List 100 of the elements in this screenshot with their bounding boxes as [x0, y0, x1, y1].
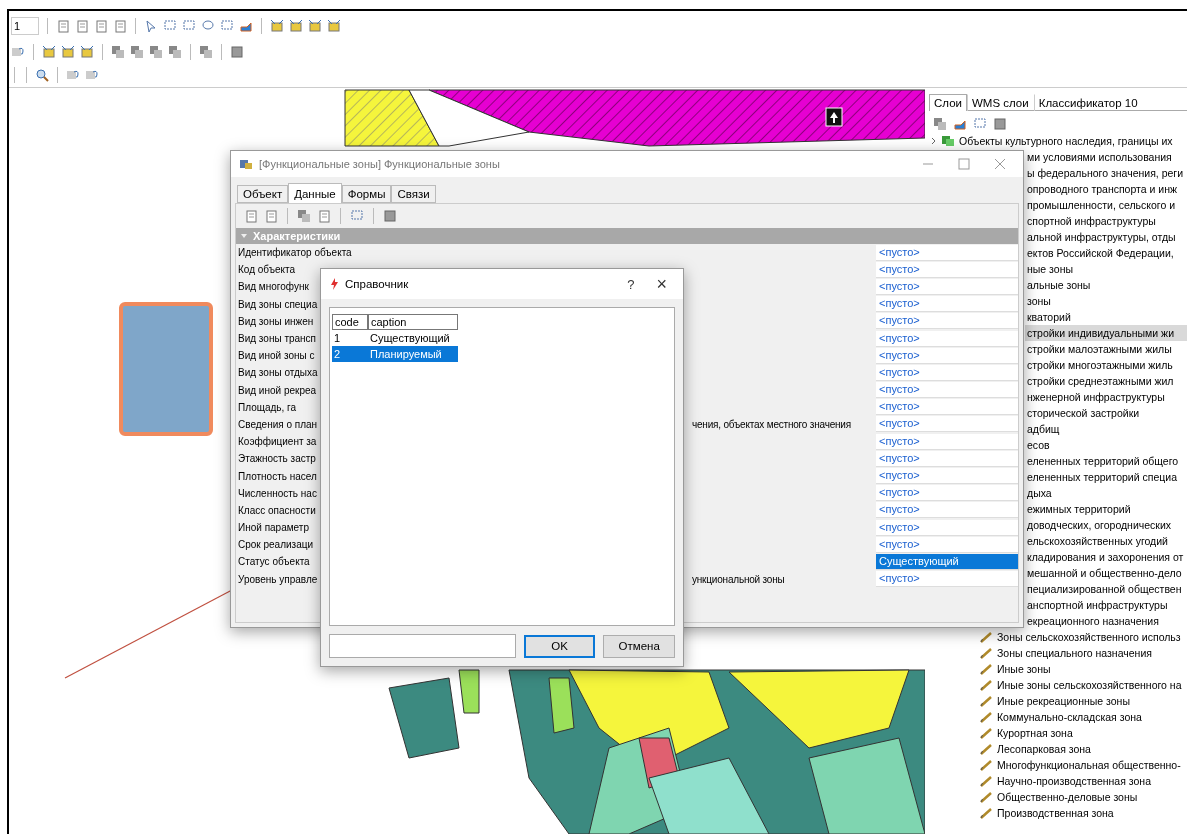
layer-item[interactable]: ектов Российской Федерации,	[1025, 245, 1187, 261]
document-icon[interactable]	[244, 209, 258, 223]
panel-tab[interactable]: WMS слои	[966, 94, 1034, 111]
value-field[interactable]: <пусто>	[876, 261, 1018, 278]
table-cell[interactable]: 1	[332, 330, 368, 346]
dialog-button[interactable]: Отмена	[603, 634, 675, 658]
panel-tab[interactable]: Классификатор 10	[1033, 94, 1143, 111]
layer-item[interactable]: опроводного транспорта и инж	[1025, 181, 1187, 197]
layer-item[interactable]: Научно-производственная зона	[977, 773, 1187, 789]
layer-item[interactable]: есов	[1025, 437, 1187, 453]
tab[interactable]: Данные	[288, 183, 342, 203]
selection-tool-icon[interactable]	[61, 45, 75, 59]
layer-item[interactable]: кладирования и захоронения от	[1025, 549, 1187, 565]
selection-icon[interactable]	[220, 19, 234, 33]
value-field[interactable]: <пусто>	[876, 450, 1018, 467]
layer-item[interactable]: зоны	[1025, 293, 1187, 309]
value-field[interactable]: <пусто>	[876, 399, 1018, 416]
layer-item[interactable]: Многофункциональная общественно-	[977, 757, 1187, 773]
layer-item[interactable]: Зоны сельскохозяйственного использ	[977, 629, 1187, 645]
layer-item[interactable]: Объекты культурного наследия, границы их	[929, 133, 1187, 149]
layer-item[interactable]: альные зоны	[1025, 277, 1187, 293]
layer-item[interactable]: сторической застройки	[1025, 405, 1187, 421]
layer-item[interactable]: альной инфраструктуры, отды	[1025, 229, 1187, 245]
stack-icon[interactable]	[933, 117, 947, 131]
layer-item[interactable]: стройки среднеэтажными жил	[1025, 373, 1187, 389]
stack-icon[interactable]	[168, 45, 182, 59]
panel-tab[interactable]: Слои	[929, 94, 967, 111]
document-icon[interactable]	[56, 19, 70, 33]
selection-tool-icon[interactable]	[42, 45, 56, 59]
selection-tool-icon[interactable]	[308, 19, 322, 33]
layer-item[interactable]: ежимных территорий	[1025, 501, 1187, 517]
layer-item[interactable]: ы федерального значения, реги	[1025, 165, 1187, 181]
layer-item[interactable]: ельскохозяйственных угодий	[1025, 533, 1187, 549]
layer-item[interactable]: Зоны специального назначения	[977, 645, 1187, 661]
layer-item[interactable]: анспортной инфраструктуры	[1025, 597, 1187, 613]
value-field[interactable]: <пусто>	[876, 468, 1018, 485]
column-header[interactable]: code	[332, 314, 368, 330]
layer-item[interactable]: елененных территорий специа	[1025, 469, 1187, 485]
value-field[interactable]: <пусто>	[876, 364, 1018, 381]
value-field[interactable]: <пусто>	[876, 536, 1018, 553]
layer-item[interactable]: стройки многоэтажными жиль	[1025, 357, 1187, 373]
layer-item[interactable]: доводческих, огороднических	[1025, 517, 1187, 533]
layer-item[interactable]: спортной инфраструктуры	[1025, 213, 1187, 229]
grid-icon[interactable]	[230, 45, 244, 59]
table-cell[interactable]: Планируемый	[368, 346, 458, 362]
stack-icon[interactable]	[149, 45, 163, 59]
grid-icon[interactable]	[383, 209, 397, 223]
layer-item[interactable]: Иные зоны	[977, 661, 1187, 677]
selection-icon[interactable]	[163, 19, 177, 33]
selection-tool-icon[interactable]	[327, 19, 341, 33]
layer-item[interactable]: Иные зоны сельскохозяйственного на	[977, 677, 1187, 693]
stack-icon[interactable]	[297, 209, 311, 223]
selection-tool-icon[interactable]	[80, 45, 94, 59]
layer-item[interactable]: стройки малоэтажными жилы	[1025, 341, 1187, 357]
layer-item[interactable]: елененных территорий общего	[1025, 453, 1187, 469]
value-field[interactable]: <пусто>	[876, 416, 1018, 433]
layer-item[interactable]: екреационного назначения	[1025, 613, 1187, 629]
selection-tool-icon[interactable]	[289, 19, 303, 33]
layer-item[interactable]: мешанной и общественно-дело	[1025, 565, 1187, 581]
stack-icon[interactable]	[111, 45, 125, 59]
grid-icon[interactable]	[993, 117, 1007, 131]
layer-item[interactable]: Иные рекреационные зоны	[977, 693, 1187, 709]
stack-icon[interactable]	[130, 45, 144, 59]
value-field[interactable]: <пусто>	[876, 502, 1018, 519]
layer-item[interactable]: ные зоны	[1025, 261, 1187, 277]
document-icon[interactable]	[94, 19, 108, 33]
tab[interactable]: Формы	[341, 185, 392, 203]
search-icon[interactable]	[35, 68, 49, 82]
table-cell[interactable]: Существующий	[368, 330, 458, 346]
search-field[interactable]	[329, 634, 516, 658]
value-field[interactable]: <пусто>	[876, 433, 1018, 450]
document-icon[interactable]	[317, 209, 331, 223]
layer-item[interactable]: промышленности, сельского и	[1025, 197, 1187, 213]
value-field[interactable]: <пусто>	[876, 278, 1018, 295]
table-cell[interactable]: 2	[332, 346, 368, 362]
layer-item[interactable]: адбищ	[1025, 421, 1187, 437]
layer-item[interactable]: Производственная зона	[977, 805, 1187, 821]
document-icon[interactable]	[75, 19, 89, 33]
stack-icon[interactable]	[199, 45, 213, 59]
close-button[interactable]: ×	[648, 273, 675, 295]
layer-item[interactable]: ми условиями использования	[1025, 149, 1187, 165]
tab[interactable]: Объект	[237, 185, 289, 203]
value-field[interactable]: <пусто>	[876, 244, 1018, 261]
tab[interactable]: Связи	[391, 185, 436, 203]
lasso-icon[interactable]	[201, 19, 215, 33]
selection-icon[interactable]	[350, 209, 364, 223]
value-field[interactable]: <пусто>	[876, 571, 1018, 588]
layer-item[interactable]: Лесопарковая зона	[977, 741, 1187, 757]
selection-icon[interactable]	[973, 117, 987, 131]
value-field[interactable]: <пусто>	[876, 347, 1018, 364]
value-field[interactable]: <пусто>	[876, 485, 1018, 502]
layer-item[interactable]: Курортная зона	[977, 725, 1187, 741]
layer-item[interactable]: пециализированной обществен	[1025, 581, 1187, 597]
layer-item[interactable]: Коммунально-складская зона	[977, 709, 1187, 725]
column-header[interactable]: caption	[368, 314, 458, 330]
dialog-button[interactable]: OK	[523, 634, 596, 658]
layer-item[interactable]: дыха	[1025, 485, 1187, 501]
input-field[interactable]: 1	[11, 17, 39, 35]
value-field[interactable]: <пусто>	[876, 330, 1018, 347]
cursor-icon[interactable]	[144, 19, 158, 33]
